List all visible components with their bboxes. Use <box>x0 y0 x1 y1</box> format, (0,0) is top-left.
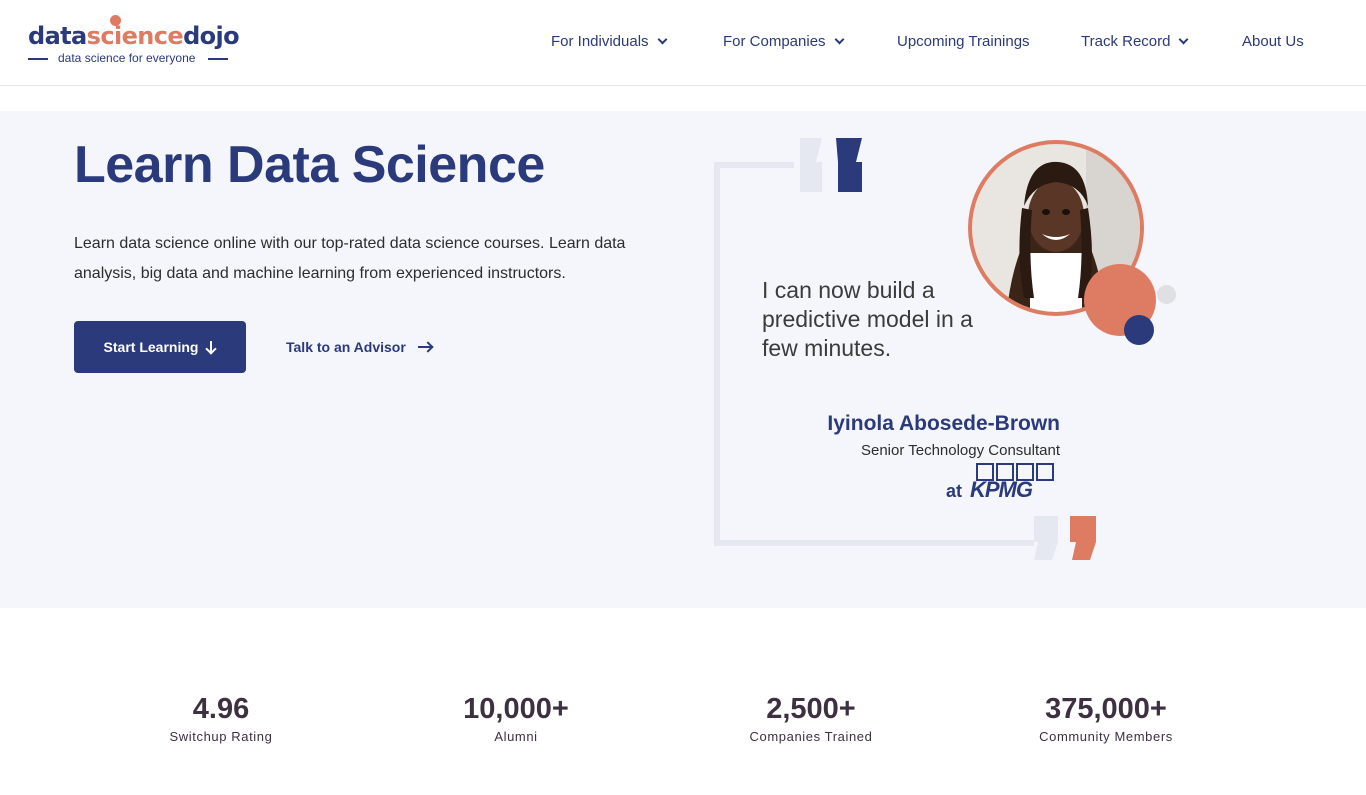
nav-item-label: About Us <box>1242 33 1304 50</box>
quote-open-icon <box>800 138 862 192</box>
chevron-down-icon <box>1179 34 1189 45</box>
arrow-right-icon <box>417 342 432 352</box>
stat-label: Alumni <box>494 729 538 744</box>
kpmg-box <box>1036 463 1054 481</box>
hero-description: Learn data science online with our top-r… <box>74 235 626 282</box>
talk-to-advisor-link[interactable]: Talk to an Advisor <box>286 337 432 357</box>
stat-label: Companies Trained <box>749 729 873 744</box>
stat-label: Switchup Rating <box>169 729 273 744</box>
chevron-down-icon <box>657 34 667 45</box>
stat-alumni: 10,000+ Alumni <box>396 690 636 744</box>
testimonial-frame-left <box>714 162 720 546</box>
testimonial-role: Senior Technology Consultant <box>860 442 1060 459</box>
quote-close-icon <box>1034 516 1096 560</box>
nav-item-label: Track Record <box>1081 33 1171 50</box>
stat-value: 4.96 <box>192 693 250 725</box>
hero-title: Learn Data Science <box>74 136 545 194</box>
testimonial-frame-bottom <box>714 540 1034 546</box>
arrow-down-icon <box>206 341 216 353</box>
start-learning-button[interactable]: Start Learning <box>74 321 246 373</box>
stat-value: 10,000+ <box>463 693 569 725</box>
nav-item-label: For Companies <box>723 33 826 50</box>
nav-item-for-companies[interactable]: For Companies <box>723 33 844 50</box>
testimonial-frame-top <box>714 162 794 168</box>
nav-item-track-record[interactable]: Track Record <box>1081 33 1189 50</box>
stat-value: 2,500+ <box>766 693 856 725</box>
testimonial-name: Iyinola Abosede-Brown <box>827 412 1060 435</box>
decor-gray-circle <box>1157 285 1176 304</box>
chevron-down-icon <box>834 34 844 45</box>
kpmg-wordmark: KPMG <box>970 477 1033 502</box>
kpmg-logo: KPMG <box>970 463 1060 503</box>
nav-item-for-individuals[interactable]: For Individuals <box>551 33 667 50</box>
nav-item-about-us[interactable]: About Us <box>1242 33 1304 50</box>
nav-item-label: Upcoming Trainings <box>897 33 1030 50</box>
stat-companies-trained: 2,500+ Companies Trained <box>691 690 931 744</box>
testimonial-quote: I can now build a predictive model in a … <box>762 277 973 361</box>
decor-navy-circle <box>1124 315 1154 345</box>
testimonial-at: at <box>946 481 963 501</box>
nav-item-label: For Individuals <box>551 33 649 50</box>
stat-switchup-rating: 4.96 Switchup Rating <box>101 690 341 744</box>
nav-item-upcoming-trainings[interactable]: Upcoming Trainings <box>897 33 1030 50</box>
start-learning-label: Start Learning <box>103 339 199 355</box>
tagline-rule-left <box>28 58 48 60</box>
stat-community-members: 375,000+ Community Members <box>986 690 1226 744</box>
stat-label: Community Members <box>1039 729 1173 744</box>
stat-value: 375,000+ <box>1045 693 1167 725</box>
site-header: datasciencedojo data science for everyon… <box>0 0 1366 86</box>
main-nav: For Individuals For Companies Upcoming T… <box>0 33 1366 55</box>
tagline-rule-right <box>208 58 228 60</box>
talk-to-advisor-label: Talk to an Advisor <box>286 339 406 355</box>
